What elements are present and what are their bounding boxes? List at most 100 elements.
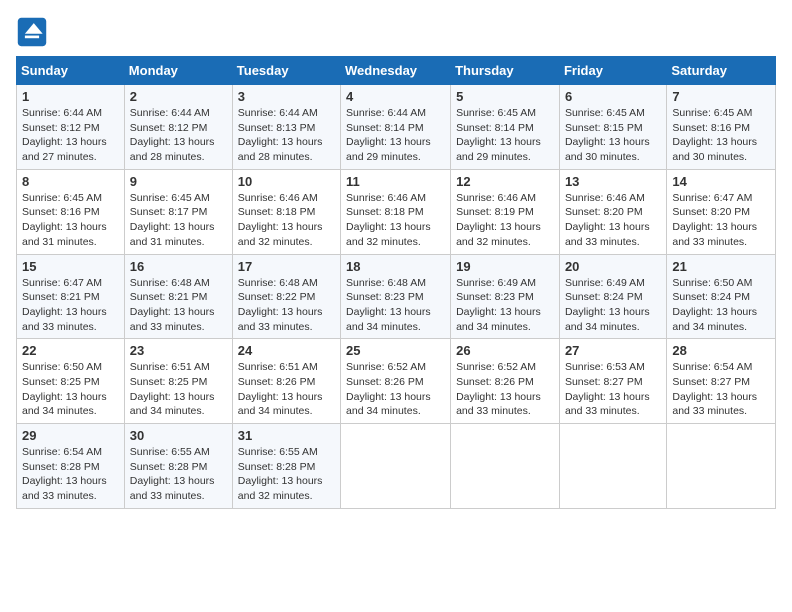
day-cell: 13 Sunrise: 6:46 AMSunset: 8:20 PMDayligh… [559,169,666,254]
day-cell: 29Sunrise: 6:54 AMSunset: 8:28 PMDayligh… [17,424,125,509]
day-info: Sunrise: 6:46 AMSunset: 8:20 PMDaylight:… [565,191,661,250]
empty-cell [341,424,451,509]
day-cell: 18 Sunrise: 6:48 AMSunset: 8:23 PMDayligh… [341,254,451,339]
day-info: Sunrise: 6:51 AMSunset: 8:26 PMDaylight:… [238,360,335,419]
day-number: 6 [565,89,661,104]
day-cell: 5Sunrise: 6:45 AMSunset: 8:14 PMDaylight… [451,85,560,170]
day-cell: 21 Sunrise: 6:50 AMSunset: 8:24 PMDayligh… [667,254,776,339]
header-wednesday: Wednesday [341,57,451,85]
page-header [16,16,776,48]
day-info: Sunrise: 6:47 AMSunset: 8:20 PMDaylight:… [672,191,770,250]
calendar-row: 29Sunrise: 6:54 AMSunset: 8:28 PMDayligh… [17,424,776,509]
day-cell: 8 Sunrise: 6:45 AMSunset: 8:16 PMDaylight… [17,169,125,254]
header-saturday: Saturday [667,57,776,85]
day-info: Sunrise: 6:44 AMSunset: 8:12 PMDaylight:… [130,106,227,165]
day-info: Sunrise: 6:44 AMSunset: 8:12 PMDaylight:… [22,106,119,165]
day-number: 18 [346,259,445,274]
day-info: Sunrise: 6:50 AMSunset: 8:24 PMDaylight:… [672,276,770,335]
day-cell: 23Sunrise: 6:51 AMSunset: 8:25 PMDayligh… [124,339,232,424]
day-number: 24 [238,343,335,358]
day-info: Sunrise: 6:45 AMSunset: 8:16 PMDaylight:… [22,191,119,250]
day-info: Sunrise: 6:48 AMSunset: 8:23 PMDaylight:… [346,276,445,335]
header-tuesday: Tuesday [232,57,340,85]
day-info: Sunrise: 6:49 AMSunset: 8:23 PMDaylight:… [456,276,554,335]
day-cell: 31 Sunrise: 6:55 AMSunset: 8:28 PMDayligh… [232,424,340,509]
day-cell: 25 Sunrise: 6:52 AMSunset: 8:26 PMDayligh… [341,339,451,424]
day-cell: 9Sunrise: 6:45 AMSunset: 8:17 PMDaylight… [124,169,232,254]
day-cell: 27 Sunrise: 6:53 AMSunset: 8:27 PMDayligh… [559,339,666,424]
day-number: 14 [672,174,770,189]
day-info: Sunrise: 6:44 AMSunset: 8:14 PMDaylight:… [346,106,445,165]
logo [16,16,52,48]
day-info: Sunrise: 6:55 AMSunset: 8:28 PMDaylight:… [130,445,227,504]
empty-cell [667,424,776,509]
day-number: 16 [130,259,227,274]
day-info: Sunrise: 6:55 AMSunset: 8:28 PMDaylight:… [238,445,335,504]
day-number: 30 [130,428,227,443]
day-number: 21 [672,259,770,274]
day-cell: 15 Sunrise: 6:47 AMSunset: 8:21 PMDayligh… [17,254,125,339]
day-number: 17 [238,259,335,274]
day-info: Sunrise: 6:45 AMSunset: 8:15 PMDaylight:… [565,106,661,165]
day-number: 15 [22,259,119,274]
calendar-row: 8 Sunrise: 6:45 AMSunset: 8:16 PMDaylight… [17,169,776,254]
day-cell: 28 Sunrise: 6:54 AMSunset: 8:27 PMDayligh… [667,339,776,424]
day-cell: 26 Sunrise: 6:52 AMSunset: 8:26 PMDayligh… [451,339,560,424]
day-number: 25 [346,343,445,358]
weekday-header-row: Sunday Monday Tuesday Wednesday Thursday… [17,57,776,85]
day-cell: 12 Sunrise: 6:46 AMSunset: 8:19 PMDayligh… [451,169,560,254]
day-cell: 1Sunrise: 6:44 AMSunset: 8:12 PMDaylight… [17,85,125,170]
day-number: 10 [238,174,335,189]
day-cell: 22Sunrise: 6:50 AMSunset: 8:25 PMDayligh… [17,339,125,424]
day-number: 5 [456,89,554,104]
day-info: Sunrise: 6:46 AMSunset: 8:19 PMDaylight:… [456,191,554,250]
day-info: Sunrise: 6:54 AMSunset: 8:27 PMDaylight:… [672,360,770,419]
day-number: 12 [456,174,554,189]
day-info: Sunrise: 6:51 AMSunset: 8:25 PMDaylight:… [130,360,227,419]
day-cell: 11 Sunrise: 6:46 AMSunset: 8:18 PMDayligh… [341,169,451,254]
calendar-row: 1Sunrise: 6:44 AMSunset: 8:12 PMDaylight… [17,85,776,170]
day-info: Sunrise: 6:46 AMSunset: 8:18 PMDaylight:… [346,191,445,250]
calendar-table: Sunday Monday Tuesday Wednesday Thursday… [16,56,776,509]
day-number: 13 [565,174,661,189]
day-info: Sunrise: 6:53 AMSunset: 8:27 PMDaylight:… [565,360,661,419]
day-number: 29 [22,428,119,443]
day-cell: 2 Sunrise: 6:44 AMSunset: 8:12 PMDaylight… [124,85,232,170]
day-number: 26 [456,343,554,358]
day-number: 4 [346,89,445,104]
day-info: Sunrise: 6:52 AMSunset: 8:26 PMDaylight:… [346,360,445,419]
day-info: Sunrise: 6:52 AMSunset: 8:26 PMDaylight:… [456,360,554,419]
day-number: 2 [130,89,227,104]
day-info: Sunrise: 6:48 AMSunset: 8:22 PMDaylight:… [238,276,335,335]
calendar-row: 15 Sunrise: 6:47 AMSunset: 8:21 PMDayligh… [17,254,776,339]
day-cell: 4 Sunrise: 6:44 AMSunset: 8:14 PMDaylight… [341,85,451,170]
day-info: Sunrise: 6:49 AMSunset: 8:24 PMDaylight:… [565,276,661,335]
day-number: 11 [346,174,445,189]
day-number: 28 [672,343,770,358]
day-cell: 10 Sunrise: 6:46 AMSunset: 8:18 PMDayligh… [232,169,340,254]
day-number: 3 [238,89,335,104]
day-number: 31 [238,428,335,443]
day-cell: 30 Sunrise: 6:55 AMSunset: 8:28 PMDayligh… [124,424,232,509]
day-info: Sunrise: 6:45 AMSunset: 8:16 PMDaylight:… [672,106,770,165]
day-number: 8 [22,174,119,189]
empty-cell [559,424,666,509]
day-number: 27 [565,343,661,358]
day-cell: 24 Sunrise: 6:51 AMSunset: 8:26 PMDayligh… [232,339,340,424]
logo-icon [16,16,48,48]
day-number: 20 [565,259,661,274]
day-cell: 7 Sunrise: 6:45 AMSunset: 8:16 PMDaylight… [667,85,776,170]
day-info: Sunrise: 6:47 AMSunset: 8:21 PMDaylight:… [22,276,119,335]
day-info: Sunrise: 6:48 AMSunset: 8:21 PMDaylight:… [130,276,227,335]
day-number: 22 [22,343,119,358]
calendar-row: 22Sunrise: 6:50 AMSunset: 8:25 PMDayligh… [17,339,776,424]
day-cell: 3 Sunrise: 6:44 AMSunset: 8:13 PMDaylight… [232,85,340,170]
day-number: 7 [672,89,770,104]
day-info: Sunrise: 6:44 AMSunset: 8:13 PMDaylight:… [238,106,335,165]
day-info: Sunrise: 6:46 AMSunset: 8:18 PMDaylight:… [238,191,335,250]
day-number: 9 [130,174,227,189]
day-cell: 20 Sunrise: 6:49 AMSunset: 8:24 PMDayligh… [559,254,666,339]
empty-cell [451,424,560,509]
header-friday: Friday [559,57,666,85]
day-cell: 17 Sunrise: 6:48 AMSunset: 8:22 PMDayligh… [232,254,340,339]
